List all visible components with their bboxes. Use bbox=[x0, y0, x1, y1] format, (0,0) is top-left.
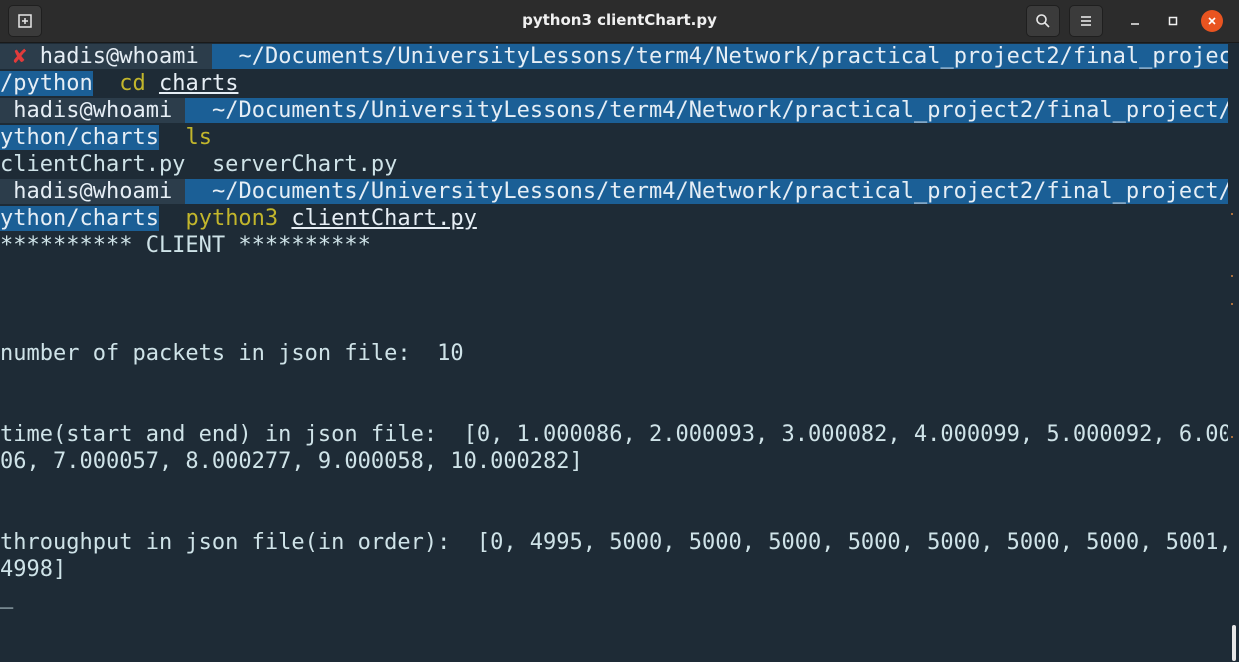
prompt-path-wrap: /python bbox=[0, 71, 93, 96]
error-status-icon: ✘ bbox=[13, 44, 27, 69]
prompt-line: hadis@whoami ~/Documents/UniversityLesso… bbox=[0, 178, 1239, 205]
command-name: ls bbox=[185, 125, 212, 150]
window-titlebar: python3 clientChart.py bbox=[0, 0, 1239, 43]
close-button[interactable] bbox=[1201, 10, 1223, 32]
prompt-user-segment: hadis@whoami bbox=[0, 98, 186, 123]
minimize-button[interactable] bbox=[1124, 10, 1146, 32]
prompt-path-text: ~/Documents/UniversityLessons/term4/Netw… bbox=[238, 44, 1239, 69]
terminal-scrollbar[interactable] bbox=[1228, 43, 1239, 662]
scrollbar-marker bbox=[1231, 436, 1233, 438]
prompt-path-text: ~/Documents/UniversityLessons/term4/Netw… bbox=[211, 98, 1239, 123]
time-list-line: time(start and end) in json file: [0, 1.… bbox=[0, 422, 1239, 447]
prompt-user: hadis@whoami bbox=[39, 44, 199, 69]
scrollbar-thumb[interactable] bbox=[1232, 625, 1236, 661]
search-icon bbox=[1036, 14, 1050, 28]
prompt-path: ~/Documents/UniversityLessons/term4/Netw… bbox=[185, 179, 1239, 204]
search-button[interactable] bbox=[1026, 5, 1060, 37]
prompt-user-segment: ✘ hadis@whoami bbox=[0, 44, 212, 69]
maximize-icon bbox=[1168, 16, 1178, 26]
terminal-output[interactable]: ✘ hadis@whoami ~/Documents/UniversityLes… bbox=[0, 43, 1239, 662]
scrollbar-marker bbox=[1231, 213, 1233, 215]
prompt-line-continued: ython/charts ls bbox=[0, 124, 1228, 151]
prompt-user: hadis@whoami bbox=[13, 179, 173, 204]
prompt-user-segment: hadis@whoami bbox=[0, 179, 186, 204]
scrollbar-marker bbox=[1231, 303, 1233, 305]
throughput-list-line: throughput in json file(in order): [0, 4… bbox=[0, 530, 1232, 555]
close-icon bbox=[1208, 17, 1216, 25]
time-list-line-continued: 06, 7.000057, 8.000277, 9.000058, 10.000… bbox=[0, 449, 583, 474]
prompt-line-continued: /python cd charts bbox=[0, 70, 1228, 97]
command-argument: clientChart.py bbox=[291, 206, 477, 231]
prompt-path-wrap: ython/charts bbox=[0, 206, 159, 231]
command-argument: charts bbox=[158, 71, 239, 96]
terminal-cursor: _ bbox=[0, 584, 14, 609]
file-entry: serverChart.py bbox=[211, 152, 398, 177]
scrollbar-marker bbox=[1231, 275, 1233, 277]
prompt-line-continued: ython/charts python3 clientChart.py bbox=[0, 205, 1228, 232]
throughput-list-line-continued: 4998] bbox=[0, 557, 67, 582]
prompt-path: ~/Documents/UniversityLessons/term4/Netw… bbox=[185, 98, 1239, 123]
packets-count-line: number of packets in json file: 10 bbox=[0, 341, 464, 366]
file-entry: clientChart.py bbox=[0, 152, 186, 177]
command-name: cd bbox=[119, 71, 146, 96]
minimize-icon bbox=[1131, 23, 1139, 25]
maximize-button[interactable] bbox=[1162, 10, 1184, 32]
prompt-user: hadis@whoami bbox=[13, 98, 173, 123]
hamburger-menu-icon bbox=[1081, 16, 1091, 26]
prompt-path-text: ~/Documents/UniversityLessons/term4/Netw… bbox=[211, 179, 1239, 204]
ls-output: clientChart.py serverChart.py bbox=[0, 151, 1228, 178]
client-header: ********** CLIENT ********** bbox=[0, 233, 371, 258]
menu-button[interactable] bbox=[1069, 5, 1103, 37]
command-name: python3 bbox=[185, 206, 279, 231]
prompt-line: ✘ hadis@whoami ~/Documents/UniversityLes… bbox=[0, 43, 1239, 70]
prompt-path-wrap: ython/charts bbox=[0, 125, 159, 150]
prompt-line: hadis@whoami ~/Documents/UniversityLesso… bbox=[0, 97, 1239, 124]
prompt-path: ~/Documents/UniversityLessons/term4/Netw… bbox=[211, 44, 1239, 69]
